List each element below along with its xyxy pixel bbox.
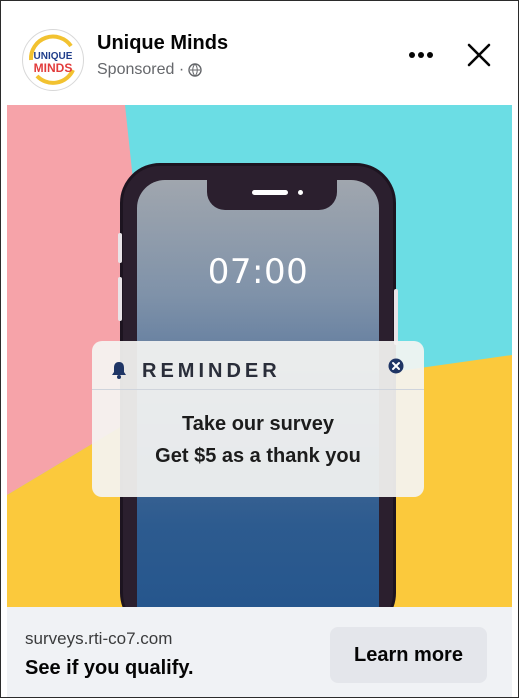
more-dots-icon	[409, 52, 433, 58]
page-name[interactable]: Unique Minds	[97, 32, 228, 55]
camera-dot	[298, 190, 303, 195]
phone-side-button	[118, 277, 122, 321]
more-options-button[interactable]	[401, 35, 441, 75]
ad-post: UNIQUE MINDS Unique Minds Sponsored · 07…	[0, 0, 519, 698]
globe-icon	[188, 63, 202, 77]
reminder-message-line1: Take our survey	[182, 413, 334, 435]
bell-icon	[112, 362, 126, 379]
reminder-notification: REMINDER Take our survey Get $5 as a tha…	[92, 341, 424, 497]
reminder-title: REMINDER	[142, 360, 281, 382]
ad-footer[interactable]: surveys.rti-co7.com See if you qualify. …	[7, 607, 512, 697]
lockscreen-clock: 07:00	[207, 252, 309, 292]
post-header: UNIQUE MINDS Unique Minds Sponsored ·	[1, 1, 518, 105]
speaker-bar	[252, 190, 288, 195]
sponsored-label: Sponsored ·	[97, 61, 202, 79]
ad-headline: See if you qualify.	[25, 657, 194, 679]
close-circle-icon	[388, 358, 404, 374]
learn-more-button[interactable]: Learn more	[330, 627, 487, 683]
sponsored-text: Sponsored ·	[97, 61, 185, 78]
page-avatar[interactable]: UNIQUE MINDS	[22, 29, 84, 91]
reminder-message-line2: Get $5 as a thank you	[155, 445, 361, 467]
close-icon	[467, 43, 491, 67]
logo-line2: MINDS	[34, 61, 73, 75]
unique-minds-logo: UNIQUE MINDS	[28, 34, 75, 85]
phone-side-button	[394, 289, 398, 345]
ad-creative-image[interactable]: 07:00 REMINDER Take our survey Get $5 as…	[7, 105, 512, 607]
close-button[interactable]	[459, 35, 499, 75]
phone-notch	[207, 180, 337, 210]
reminder-header: REMINDER	[92, 341, 424, 390]
phone-side-button	[118, 233, 122, 263]
ad-domain: surveys.rti-co7.com	[25, 629, 173, 648]
